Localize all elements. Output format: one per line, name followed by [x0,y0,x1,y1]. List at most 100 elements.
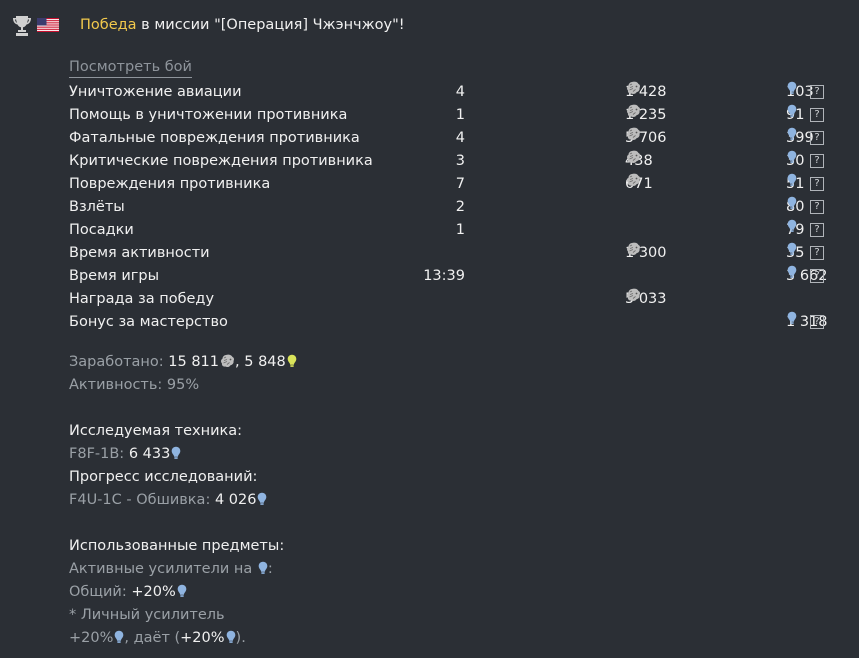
used-items-title: Использованные предметы: [69,538,285,554]
research-points-icon [787,219,797,233]
reward-label: Награда за победу [69,291,215,307]
help-icon[interactable] [810,85,824,99]
reward-row: Взлёты 2 80 [69,196,849,219]
victory-word: Победа [80,17,137,33]
research-mod-rp: 4 026 [214,492,257,508]
reward-row: Посадки 1 79 [69,219,849,242]
total-booster: Общий: +20% [69,581,849,604]
research-points-icon [787,311,797,325]
reward-label: Время активности [69,245,210,261]
reward-label: Взлёты [69,199,125,215]
mission-title: Победа в миссии "[Операция] Чжэнчжоу"! [80,17,405,33]
reward-label: Время игры [69,268,160,284]
reward-count: 1 [455,222,465,238]
reward-row: Время игры 13:39 3 662 [69,265,849,288]
free-research-points-icon [287,354,297,368]
help-icon[interactable] [810,131,824,145]
reward-table: Уничтожение авиации41 428103Помощь в уни… [69,81,849,334]
reward-count: 2 [455,199,465,215]
reward-label: Фатальные повреждения противника [69,130,360,146]
research-modification: F4U-1C - Обшивка: 4 026 [69,489,849,512]
silver-lions-icon [626,173,641,187]
earned-separator: , [235,354,245,370]
help-icon[interactable] [810,223,824,237]
research-points-icon [787,242,797,256]
trophy-icon [13,16,31,36]
reward-count: 4 [455,130,465,146]
research-points-icon [114,630,124,644]
total-booster-label: Общий: [69,584,132,600]
help-icon[interactable] [810,315,824,329]
research-points-icon [787,150,797,164]
personal-booster-value: +20% [69,630,114,646]
boosters-colon: : [267,561,273,577]
reward-row: Фатальные повреждения противника 4 5 706 39… [69,127,849,150]
gives-text: , даёт ( [124,630,181,646]
reward-row: Критические повреждения противника 3 438 30 [69,150,849,173]
reward-row: Уничтожение авиации 4 1 428 103 [69,81,849,104]
silver-lions-icon [220,354,235,368]
help-icon[interactable] [810,246,824,260]
mission-name: в миссии "[Операция] Чжэнчжоу"! [136,17,405,33]
research-progress-title: Прогресс исследований: [69,469,258,485]
silver-lions-icon [626,242,641,256]
activity-percent: Активность: 95% [69,377,200,393]
research-title: Исследуемая техника: [69,423,243,439]
research-points-icon [787,127,797,141]
reward-count: 13:39 [423,268,465,284]
research-points-icon [177,584,187,598]
research-points-icon [787,81,797,95]
silver-lions-icon [626,81,641,95]
help-icon[interactable] [810,108,824,122]
research-points-icon [226,630,236,644]
reward-label: Уничтожение авиации [69,84,242,100]
active-boosters: Активные усилители на : [69,558,849,581]
research-points-icon [787,173,797,187]
research-points-icon [171,446,181,460]
earned-lions: 15 811 [168,354,220,370]
reward-row: Бонус за мастерство 1 318 [69,311,849,334]
reward-label: Критические повреждения противника [69,153,373,169]
help-icon[interactable] [810,269,824,283]
silver-lions-icon [626,104,641,118]
earned-summary: Заработано: 15 811, 5 848 [69,351,849,374]
mission-result-header: Победа в миссии "[Операция] Чжэнчжоу"! [12,14,405,36]
research-mod-label: F4U-1C - Обшивка: [69,492,215,508]
research-vehicle-rp: 6 433 [128,446,171,462]
silver-lions-icon [626,127,641,141]
reward-count: 7 [455,176,465,192]
reward-label: Помощь в уничтожении противника [69,107,348,123]
usa-flag-icon [37,18,59,32]
reward-label: Посадки [69,222,134,238]
research-points-icon [787,196,797,210]
reward-row: Время активности 1 300 35 [69,242,849,265]
reward-count: 4 [455,84,465,100]
research-points-icon [258,561,268,575]
total-booster-value: +20% [131,584,176,600]
research-points-icon [257,492,267,506]
reward-row: Награда за победу 5 033 [69,288,849,311]
reward-count: 1 [455,107,465,123]
view-battle-link[interactable]: Посмотреть бой [69,58,192,78]
research-vehicle: F8F-1B: 6 433 [69,443,849,466]
research-points-icon [787,265,797,279]
help-icon[interactable] [810,154,824,168]
reward-count: 3 [455,153,465,169]
silver-lions-icon [626,150,641,164]
reward-label: Повреждения противника [69,176,271,192]
earned-free-rp: 5 848 [244,354,286,370]
silver-lions-icon [626,288,641,302]
gives-value: +20% [180,630,225,646]
reward-row: Помощь в уничтожении противника 1 1 235 91 [69,104,849,127]
help-icon[interactable] [810,200,824,214]
battle-results: Посмотреть бой Уничтожение авиации 4 1 428… [69,58,849,650]
earned-label: Заработано: [69,354,169,370]
reward-label: Бонус за мастерство [69,314,228,330]
research-vehicle-label: F8F-1B: [69,446,129,462]
gives-end: ). [235,630,246,646]
personal-booster: +20%, даёт (+20%). [69,627,849,650]
reward-row: Повреждения противника 7 671 51 [69,173,849,196]
personal-booster-label: * Личный усилитель [69,607,225,623]
research-points-icon [787,104,797,118]
help-icon[interactable] [810,177,824,191]
